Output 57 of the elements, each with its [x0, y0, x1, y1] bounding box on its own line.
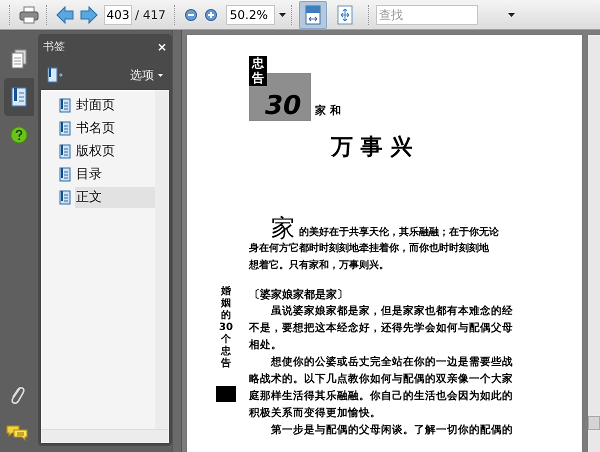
text-line: 略战术的。以下几点教你如何与配偶的双亲像一个大家	[249, 372, 514, 387]
text-line: 积极关系而变得更加愉快。	[249, 406, 382, 421]
text-line: 第一步是与配偶的父母闲谈。了解一切你的配偶的	[270, 423, 514, 438]
bookmark-item[interactable]: 封面页	[75, 95, 155, 116]
text-line: 相处。	[249, 338, 283, 353]
section-heading: 〔婆家娘家都是家〕	[249, 287, 349, 303]
bookmark-item[interactable]: 目录	[75, 164, 155, 185]
bookmark-item[interactable]: 书名页	[75, 118, 155, 139]
options-menu-button[interactable]: 选项	[130, 66, 163, 84]
vertical-scrollbar[interactable]	[155, 90, 169, 429]
sidebar-tab[interactable]	[4, 78, 34, 116]
bookmark-icon	[59, 167, 71, 182]
badge-label: 忠告	[249, 56, 267, 86]
dropdown-caret-icon[interactable]	[278, 12, 286, 16]
pages-icon[interactable]	[10, 49, 26, 69]
bookmark-icon[interactable]	[10, 87, 26, 107]
text-line: 想使你的公婆或岳丈完全站在你的一边是需要些战	[270, 354, 514, 370]
scrollbar-thumb[interactable]	[588, 416, 600, 430]
chapter-subtitle: 家 和	[315, 102, 341, 118]
side-label: 婚姻的30个忠告	[219, 286, 233, 370]
chapter-title: 万 事 兴	[331, 133, 414, 162]
zoom-dropdown[interactable]: 50.2%	[226, 4, 275, 24]
comments-icon[interactable]	[6, 425, 28, 441]
bookmark-icon	[59, 190, 71, 205]
page-number-field[interactable]: 403	[104, 4, 132, 24]
text-line: 庭那样生活得其乐融融。你自己的生活也会因为如此的	[249, 388, 514, 404]
chapter-number: 30	[265, 93, 302, 119]
bookmark-icon	[59, 144, 71, 159]
new-bookmark-icon[interactable]	[47, 67, 63, 83]
zoom-out-icon	[184, 8, 197, 20]
close-button[interactable]: ×	[156, 41, 167, 53]
bookmark-item[interactable]: 正文	[75, 187, 155, 208]
text-line: 身在何方它都时时刻刻地牵挂着你，而你也时时刻刻地	[249, 241, 490, 256]
drop-cap: 家	[271, 216, 295, 240]
fit-width-icon	[336, 4, 354, 24]
page-total: / 417	[135, 6, 166, 24]
zoom-in-icon	[204, 8, 217, 20]
text-line: 不是，要想把这本经念好，还得先学会如何与配偶父母	[249, 321, 514, 336]
bookmark-item[interactable]: 版权页	[75, 141, 155, 162]
search-field[interactable]: 查找	[376, 4, 478, 24]
text-line: 虽说婆家娘家都是家，但是家家也都有本难念的经	[270, 304, 514, 319]
printer-icon	[19, 6, 39, 24]
text-line: 的美好在于共享天伦，其乐融融；在于你无论	[299, 226, 499, 240]
dropdown-caret-icon[interactable]	[508, 12, 515, 16]
help-icon[interactable]	[10, 126, 28, 144]
left-arrow-icon	[56, 6, 74, 24]
text-line: 想着它。只有家和，万事则兴。	[249, 258, 390, 273]
fit-page-icon	[304, 4, 321, 24]
bookmark-icon	[59, 121, 71, 136]
bookmark-icon	[59, 98, 71, 113]
view-mode-button[interactable]	[298, 0, 327, 28]
horizontal-scrollbar[interactable]	[41, 429, 169, 443]
panel-title: 书签	[43, 38, 65, 55]
caret-icon	[158, 74, 163, 76]
page-marker	[216, 384, 236, 402]
vertical-scrollbar[interactable]	[588, 35, 600, 452]
right-arrow-icon	[80, 6, 98, 24]
